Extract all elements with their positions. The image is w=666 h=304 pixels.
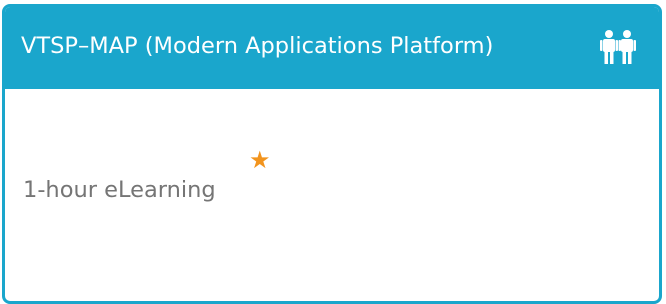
star-icon: ★ (249, 146, 271, 174)
card-body: ★ 1-hour eLearning (5, 89, 659, 301)
course-format-label: 1-hour eLearning (23, 177, 216, 203)
people-icon (600, 30, 636, 64)
course-title: VTSP–MAP (Modern Applications Platform) (21, 33, 494, 59)
course-card[interactable]: VTSP–MAP (Modern Applications Platform) … (2, 4, 662, 304)
card-header: VTSP–MAP (Modern Applications Platform) (5, 7, 659, 89)
